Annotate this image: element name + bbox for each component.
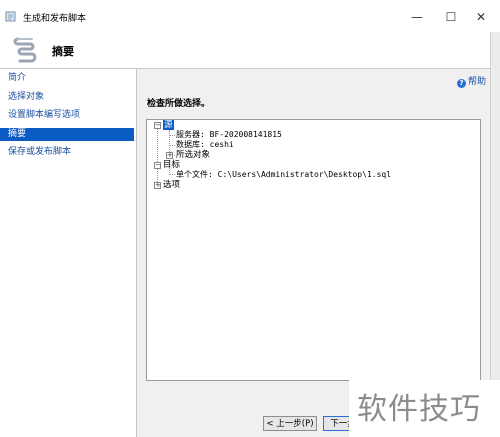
collapse-source-toggle[interactable]: − <box>154 122 161 129</box>
minimize-button[interactable]: — <box>404 6 430 28</box>
tree-node-target[interactable]: 目标 <box>163 160 180 170</box>
watermark-text: 软件技巧 <box>357 392 481 427</box>
help-link[interactable]: ? 帮助 <box>457 74 486 88</box>
tree-node-selected-objects[interactable]: 所选对象 <box>176 150 210 160</box>
tree-connector <box>169 145 175 146</box>
tree-node-source-label: 源 <box>163 120 174 130</box>
maximize-button[interactable]: ☐ <box>438 6 464 28</box>
title-bar: 生成和发布脚本 — ☐ ✕ <box>0 0 500 32</box>
sidebar-item-choose-objects[interactable]: 选择对象 <box>0 91 134 104</box>
tree-node-options[interactable]: 选项 <box>163 180 180 190</box>
sidebar-item-scripting-options[interactable]: 设置脚本编写选项 <box>0 109 134 122</box>
script-scroll-icon <box>13 37 37 63</box>
watermark: 软件技巧 <box>349 380 500 437</box>
tree-connector <box>157 128 158 182</box>
sidebar-item-summary[interactable]: 摘要 <box>0 128 134 141</box>
expand-selected-objects-toggle[interactable]: + <box>166 152 173 159</box>
tree-node-single-file[interactable]: 单个文件: C:\Users\Administrator\Desktop\1.s… <box>176 170 391 180</box>
tree-node-database[interactable]: 数据库: ceshi <box>176 140 234 150</box>
tree-node-server[interactable]: 服务器: BF-202008141815 <box>176 130 282 140</box>
help-icon: ? <box>457 79 466 88</box>
sidebar-item-intro[interactable]: 简介 <box>0 72 134 85</box>
summary-tree[interactable]: − 源 服务器: BF-202008141815 数据库: ceshi + 所选… <box>146 119 481 381</box>
expand-options-toggle[interactable]: + <box>154 182 161 189</box>
tree-connector <box>169 174 175 175</box>
window-edge <box>490 32 500 437</box>
close-button[interactable]: ✕ <box>468 6 494 28</box>
previous-button[interactable]: < 上一步(P) <box>263 416 317 431</box>
sidebar-item-save-publish[interactable]: 保存或发布脚本 <box>0 146 134 159</box>
section-title: 检查所做选择。 <box>147 99 211 109</box>
window-title: 生成和发布脚本 <box>23 14 87 24</box>
tree-node-source[interactable]: 源 <box>163 120 174 130</box>
collapse-target-toggle[interactable]: − <box>154 162 161 169</box>
page-title: 摘要 <box>52 45 74 58</box>
app-icon <box>5 11 16 22</box>
wizard-header: 摘要 <box>0 32 490 69</box>
tree-connector <box>169 135 175 136</box>
wizard-sidebar: 简介 选择对象 设置脚本编写选项 摘要 保存或发布脚本 <box>0 69 137 437</box>
help-label: 帮助 <box>468 77 487 87</box>
